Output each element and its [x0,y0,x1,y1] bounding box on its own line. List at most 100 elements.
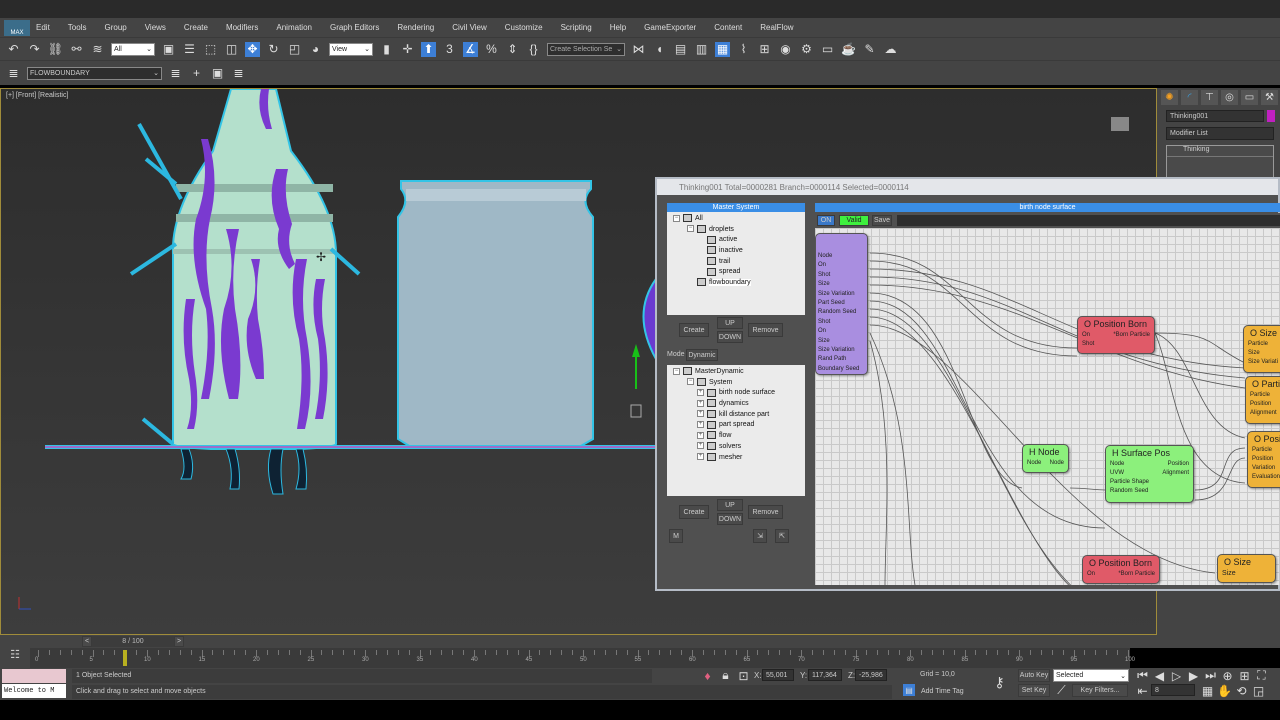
render-setup-icon[interactable]: ⚙ [799,42,814,57]
key-filters-button[interactable]: Key Filters... [1072,684,1128,697]
x-coord-field[interactable]: 55,001 [762,669,794,681]
percent-snap-icon[interactable]: % [484,42,499,57]
current-frame-field[interactable]: 8 [1151,684,1195,696]
menu-customize[interactable]: Customize [505,23,543,32]
named-selection-dropdown[interactable]: Create Selection Se [547,42,625,56]
manipulate-icon[interactable]: ✛ [400,42,415,57]
default-tangents-icon[interactable]: ⟋ [1054,683,1069,698]
select-object-icon[interactable]: ▣ [161,42,176,57]
auto-key-button[interactable]: Auto Key [1018,669,1050,682]
object-color-swatch[interactable] [1267,110,1275,122]
input-port[interactable]: Size Variation [816,290,867,299]
on-button[interactable]: ON [817,215,835,226]
create-group-button[interactable]: Create [679,323,709,337]
prev-frame-button[interactable]: < [82,636,92,647]
snap-toggle-icon[interactable]: 3 [442,42,457,57]
go-to-start-icon[interactable]: ⏮ [1135,668,1150,683]
menu-animation[interactable]: Animation [276,23,312,32]
input-port[interactable]: Shot [816,271,867,280]
key-mode-dropdown[interactable]: Selected [1053,669,1129,682]
isolate-icon[interactable]: ♦ [700,668,715,683]
object-name-field[interactable]: Thinking001 [1166,110,1264,122]
group-down-button[interactable]: DOWN [717,331,743,343]
tree-item-system[interactable]: − System [673,377,805,389]
tree-item-mesher[interactable]: + mesher [673,452,805,464]
set-key-mode-icon[interactable]: ⚷ [992,674,1007,690]
tree-item-flow[interactable]: + flow [673,431,805,442]
input-port[interactable]: Part Seed [816,299,867,308]
node-o-size-2[interactable]: O Size Size [1217,554,1276,583]
bind-space-warp-icon[interactable]: ≋ [90,42,105,57]
z-coord-field[interactable]: -25,986 [855,669,887,681]
render-icon[interactable]: ☕ [841,42,856,57]
modifier-list-dropdown[interactable]: Modifier List [1166,127,1274,140]
move-icon[interactable]: ✥ [245,41,260,57]
maximize-viewport-icon[interactable]: ◲ [1251,683,1266,698]
tree-item-dynamics[interactable]: + dynamics [673,399,805,410]
time-config-icon[interactable]: ▦ [1200,683,1215,698]
key-mode-toggle-icon[interactable]: ⇤ [1135,683,1150,698]
pan-icon[interactable]: ✋ [1217,683,1232,698]
tree-item-flowboundary[interactable]: flowboundary [673,278,805,289]
dynamic-down-button[interactable]: DOWN [717,513,743,525]
set-current-layer-icon[interactable]: ≣ [231,66,246,81]
pivot-center-icon[interactable]: ▮ [379,42,394,57]
next-key-icon[interactable]: ▶ [1186,668,1201,683]
zoom-all-icon[interactable]: ⊞ [1237,668,1252,683]
menu-group[interactable]: Group [104,23,126,32]
menu-content[interactable]: Content [714,23,742,32]
y-coord-field[interactable]: 117,364 [808,669,842,681]
create-layer-icon[interactable]: ≣ [168,66,183,81]
create-dynamic-button[interactable]: Create [679,505,709,519]
scene-explorer-icon[interactable]: ▥ [694,42,709,57]
node-o-position[interactable]: O Posi Particle Position Variation Evalu… [1247,431,1280,488]
mini-curve-editor-icon[interactable]: ☷ [0,648,30,668]
create-tab-icon[interactable]: ✺ [1161,90,1178,105]
tree-item-kill-distance-part[interactable]: + kill distance part [673,409,805,421]
tree-item-all[interactable]: − All [673,214,805,225]
port-size[interactable]: Size [1222,569,1236,578]
menu-edit[interactable]: Edit [36,23,50,32]
zoom-icon[interactable]: ⊕ [1220,668,1235,683]
graph-name-field[interactable] [897,215,1280,226]
keyboard-shortcut-icon[interactable]: ⬆ [421,41,436,57]
tree-item-trail[interactable]: trail [673,256,805,268]
save-button[interactable]: Save [872,215,892,226]
tree-item-birth-node-surface[interactable]: + birth node surface [673,388,805,399]
spinner-snap-icon[interactable]: ⇕ [505,42,520,57]
menu-rendering[interactable]: Rendering [397,23,434,32]
menu-civil-view[interactable]: Civil View [452,23,487,32]
angle-snap-icon[interactable]: ∡ [463,41,478,57]
node-o-position-born-2[interactable]: O Position Born On *Born Particle [1082,555,1160,584]
load-icon[interactable]: ⇲ [753,529,767,543]
activeshade-icon[interactable]: ☁ [883,42,898,57]
input-node[interactable]: Node On Shot Size Size Variation Part Seed Ran… [815,233,868,375]
material-editor-icon[interactable]: ◉ [778,42,793,57]
link-icon[interactable]: ⛓ [48,42,63,57]
group-up-button[interactable]: UP [717,317,743,329]
redo-icon[interactable]: ↷ [27,42,42,57]
input-port[interactable]: Shot [816,318,867,327]
node-graph[interactable]: Node On Shot Size Size Variation Part Seed Ran… [815,228,1280,585]
layer-explorer-icon[interactable]: ≣ [6,66,21,81]
menu-help[interactable]: Help [610,23,626,32]
timeline-track[interactable]: 0 5 10 15 20 25 30 35 40 45 50 55 60 65 70 75 80 85 90 95 10… [30,648,1135,668]
dynamic-up-button[interactable]: UP [717,499,743,511]
input-port[interactable]: Size Variation [816,346,867,355]
input-port[interactable]: Size [816,280,867,289]
stack-item-thinking[interactable]: Thinking [1167,146,1273,157]
m-button[interactable]: M [669,529,683,543]
unlink-icon[interactable]: ⚯ [69,42,84,57]
maxscript-input[interactable]: Welcome to M [2,684,66,698]
render-iterative-icon[interactable]: ✎ [862,42,877,57]
motion-tab-icon[interactable]: ◎ [1221,90,1238,105]
remove-dynamic-button[interactable]: Remove [748,505,783,519]
tree-item-inactive[interactable]: inactive [673,246,805,257]
rotate-icon[interactable]: ↻ [266,42,281,57]
add-to-layer-icon[interactable]: + [189,66,204,81]
display-tab-icon[interactable]: ▭ [1241,90,1258,105]
menu-realflow[interactable]: RealFlow [760,23,793,32]
edit-named-selection-icon[interactable]: {} [526,42,541,57]
set-key-button[interactable]: Set Key [1018,684,1050,697]
input-port[interactable]: On [816,327,867,336]
